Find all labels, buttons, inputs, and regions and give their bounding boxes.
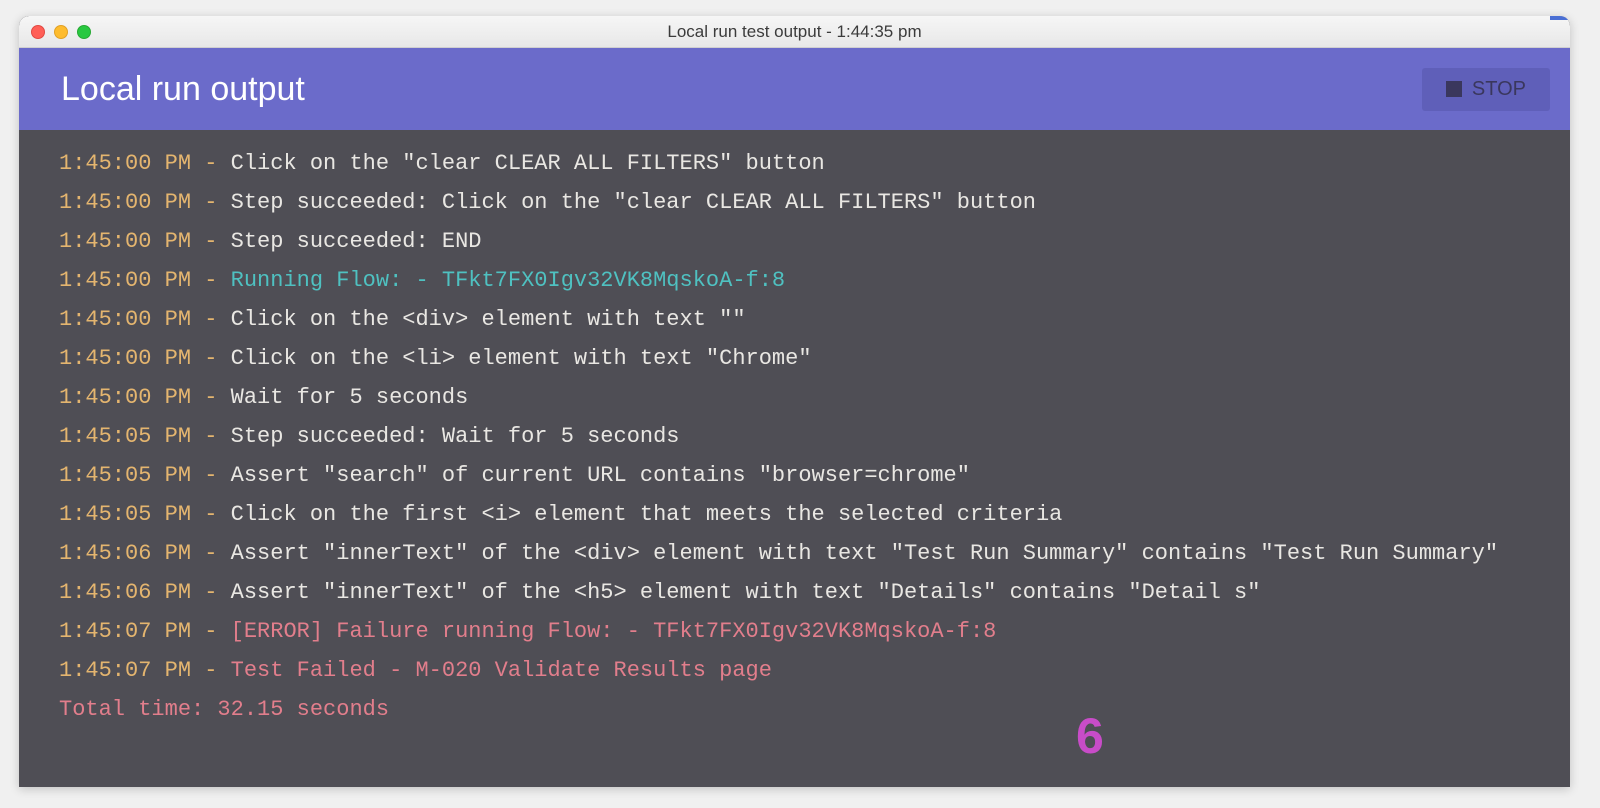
log-line: 1:45:00 PM - Click on the <li> element w… [59, 339, 1546, 378]
stop-icon [1446, 81, 1462, 97]
log-separator: - [191, 580, 231, 605]
log-line: 1:45:00 PM - Step succeeded: END [59, 222, 1546, 261]
log-timestamp: 1:45:00 PM [59, 229, 191, 254]
log-timestamp: 1:45:07 PM [59, 619, 191, 644]
log-timestamp: 1:45:06 PM [59, 580, 191, 605]
maximize-icon[interactable] [77, 25, 91, 39]
stop-label: STOP [1472, 78, 1526, 101]
log-separator: - [191, 268, 231, 293]
log-line: 1:45:05 PM - Assert "search" of current … [59, 456, 1546, 495]
log-line: 1:45:00 PM - Step succeeded: Click on th… [59, 183, 1546, 222]
log-message: Click on the first <i> element that meet… [231, 502, 1063, 527]
log-timestamp: 1:45:00 PM [59, 346, 191, 371]
log-message: Assert "innerText" of the <div> element … [231, 541, 1498, 566]
log-message: Click on the <div> element with text "" [231, 307, 746, 332]
log-line: 1:45:07 PM - [ERROR] Failure running Flo… [59, 612, 1546, 651]
log-timestamp: 1:45:05 PM [59, 424, 191, 449]
log-separator: - [191, 463, 231, 488]
minimize-icon[interactable] [54, 25, 68, 39]
log-timestamp: 1:45:00 PM [59, 268, 191, 293]
log-separator: - [191, 424, 231, 449]
total-time: Total time: 32.15 seconds [59, 690, 1546, 729]
log-timestamp: 1:45:00 PM [59, 385, 191, 410]
log-message: Click on the "clear CLEAR ALL FILTERS" b… [231, 151, 825, 176]
log-line: 1:45:00 PM - Click on the <div> element … [59, 300, 1546, 339]
log-message: Assert "innerText" of the <h5> element w… [231, 580, 1261, 605]
output-window: Local run test output - 1:44:35 pm Local… [19, 16, 1570, 787]
log-separator: - [191, 190, 231, 215]
panel-title: Local run output [61, 70, 305, 109]
log-timestamp: 1:45:05 PM [59, 463, 191, 488]
log-line: 1:45:00 PM - Running Flow: - TFkt7FX0Igv… [59, 261, 1546, 300]
log-message: Step succeeded: END [231, 229, 482, 254]
log-separator: - [191, 346, 231, 371]
window-controls [31, 25, 91, 39]
log-separator: - [191, 151, 231, 176]
log-message: Running Flow: - TFkt7FX0Igv32VK8MqskoA-f… [231, 268, 786, 293]
log-timestamp: 1:45:00 PM [59, 190, 191, 215]
log-timestamp: 1:45:05 PM [59, 502, 191, 527]
log-line: 1:45:07 PM - Test Failed - M-020 Validat… [59, 651, 1546, 690]
log-timestamp: 1:45:00 PM [59, 151, 191, 176]
log-timestamp: 1:45:07 PM [59, 658, 191, 683]
log-message: [ERROR] Failure running Flow: - TFkt7FX0… [231, 619, 997, 644]
log-separator: - [191, 541, 231, 566]
log-message: Wait for 5 seconds [231, 385, 469, 410]
log-line: 1:45:00 PM - Click on the "clear CLEAR A… [59, 144, 1546, 183]
window-title: Local run test output - 1:44:35 pm [19, 22, 1570, 42]
log-message: Click on the <li> element with text "Chr… [231, 346, 812, 371]
log-separator: - [191, 502, 231, 527]
log-line: 1:45:05 PM - Step succeeded: Wait for 5 … [59, 417, 1546, 456]
log-separator: - [191, 229, 231, 254]
log-timestamp: 1:45:06 PM [59, 541, 191, 566]
close-icon[interactable] [31, 25, 45, 39]
log-message: Step succeeded: Click on the "clear CLEA… [231, 190, 1036, 215]
window-titlebar: Local run test output - 1:44:35 pm [19, 16, 1570, 48]
console-output[interactable]: 1:45:00 PM - Click on the "clear CLEAR A… [19, 130, 1570, 787]
log-line: 1:45:06 PM - Assert "innerText" of the <… [59, 534, 1546, 573]
log-separator: - [191, 658, 231, 683]
log-line: 1:45:00 PM - Wait for 5 seconds [59, 378, 1546, 417]
log-line: 1:45:05 PM - Click on the first <i> elem… [59, 495, 1546, 534]
log-separator: - [191, 385, 231, 410]
log-message: Step succeeded: Wait for 5 seconds [231, 424, 680, 449]
log-separator: - [191, 307, 231, 332]
panel-header: Local run output STOP [19, 48, 1570, 130]
log-message: Assert "search" of current URL contains … [231, 463, 970, 488]
log-timestamp: 1:45:00 PM [59, 307, 191, 332]
log-separator: - [191, 619, 231, 644]
log-message: Test Failed - M-020 Validate Results pag… [231, 658, 772, 683]
decorative-bracket [1550, 16, 1570, 116]
stop-button[interactable]: STOP [1422, 68, 1550, 111]
log-line: 1:45:06 PM - Assert "innerText" of the <… [59, 573, 1546, 612]
